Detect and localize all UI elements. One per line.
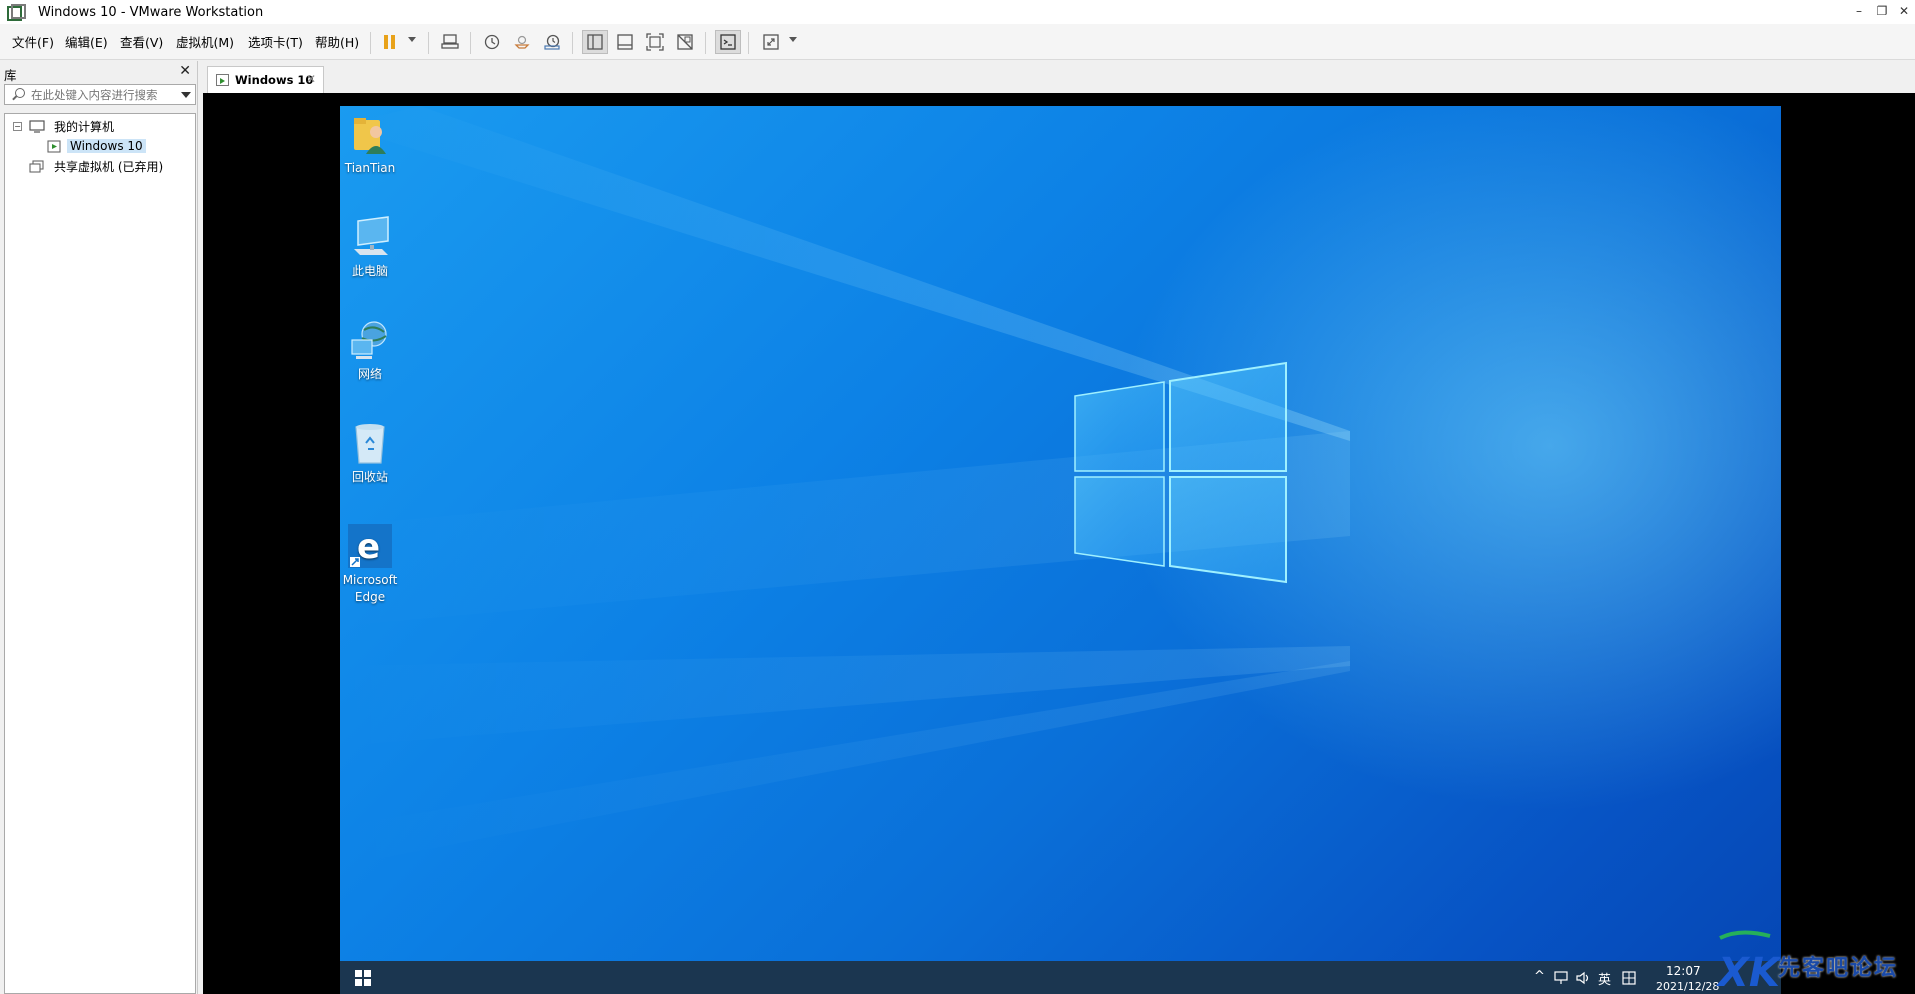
toolbar-separator [428, 32, 429, 54]
menu-toolbar: 文件(F) 编辑(E) 查看(V) 虚拟机(M) 选项卡(T) 帮助(H) [0, 24, 1915, 60]
show-library-icon[interactable] [582, 30, 608, 54]
revert-snapshot-icon[interactable] [509, 30, 535, 54]
tree-label: 我的计算机 [54, 119, 115, 134]
shared-vm-icon [29, 160, 45, 173]
user-folder-icon [348, 112, 392, 156]
desktop-icon-label: 回收站 [351, 470, 388, 484]
guest-desktop[interactable]: TianTian 此电脑 网络 回收站 e Microsoft Edge ^ 英… [340, 106, 1781, 994]
library-panel: 库 ✕ − 我的计算机 Windows 10 共享虚拟机 (已弃用) [0, 61, 197, 994]
desktop-icon-recycle-bin[interactable]: 回收站 [340, 421, 410, 486]
library-search-input[interactable] [31, 86, 171, 103]
tray-ime-indicator[interactable]: 英 [1598, 969, 1611, 988]
desktop-icon-edge[interactable]: e Microsoft Edge [340, 524, 410, 606]
snapshot-manager-icon[interactable] [539, 30, 565, 54]
menu-tabs[interactable]: 选项卡(T) [248, 32, 303, 51]
unity-icon[interactable] [672, 30, 698, 54]
restore-button[interactable]: ❐ [1871, 0, 1893, 22]
search-dropdown-icon[interactable] [181, 92, 191, 98]
collapse-toggle-icon[interactable]: − [13, 121, 22, 131]
minimize-button[interactable]: – [1848, 0, 1870, 22]
menu-help[interactable]: 帮助(H) [315, 32, 359, 51]
desktop-icon-label: TianTian [344, 161, 396, 175]
window-title: Windows 10 - VMware Workstation [38, 4, 264, 20]
snapshot-icon[interactable] [479, 30, 505, 54]
vm-running-icon [47, 140, 61, 153]
vm-console[interactable]: TianTian 此电脑 网络 回收站 e Microsoft Edge ^ 英… [203, 93, 1915, 994]
svg-text:e: e [357, 527, 380, 567]
tree-node-my-computer[interactable]: − 我的计算机 [13, 117, 117, 135]
windows-start-icon [355, 970, 371, 986]
vm-tab-icon [216, 74, 229, 86]
tab-windows-10[interactable]: Windows 10 ✕ [207, 66, 324, 93]
watermark-text: 先客吧论坛 [1778, 955, 1899, 981]
wallpaper-light-beams [340, 106, 1350, 866]
this-pc-icon [348, 215, 392, 259]
vmware-app-icon[interactable] [6, 4, 26, 21]
tray-volume-icon[interactable] [1576, 971, 1592, 989]
title-bar: Windows 10 - VMware Workstation – ❐ ✕ [0, 0, 1915, 24]
library-search-box[interactable] [4, 84, 196, 105]
toolbar-separator [470, 32, 471, 54]
tree-label: Windows 10 [67, 139, 146, 153]
computer-icon [29, 120, 45, 133]
start-button[interactable] [354, 969, 372, 987]
close-button[interactable]: ✕ [1893, 0, 1915, 22]
toolbar-separator [370, 32, 371, 54]
library-header: 库 ✕ [0, 61, 197, 83]
tab-close-icon[interactable]: ✕ [306, 72, 316, 86]
toolbar-separator [705, 32, 706, 54]
console-view-icon[interactable] [715, 30, 741, 54]
menu-vm[interactable]: 虚拟机(M) [176, 32, 234, 51]
full-screen-icon[interactable] [642, 30, 668, 54]
tray-chevron-icon[interactable]: ^ [1534, 969, 1545, 984]
desktop-icon-network[interactable]: 网络 [340, 318, 410, 383]
toolbar-separator [748, 32, 749, 54]
toolbar-separator [572, 32, 573, 54]
desktop-icon-label: Microsoft Edge [342, 573, 398, 604]
windows-logo-wallpaper [1074, 361, 1287, 584]
tree-node-shared-vms[interactable]: 共享虚拟机 (已弃用) [29, 157, 166, 175]
library-tree: − 我的计算机 Windows 10 共享虚拟机 (已弃用) [4, 113, 196, 994]
tab-label: Windows 10 [235, 73, 314, 87]
desktop-icon-label: 网络 [357, 367, 382, 381]
menu-edit[interactable]: 编辑(E) [65, 32, 108, 51]
clock-time[interactable]: 12:07 [1666, 964, 1701, 978]
stretch-dropdown-icon[interactable] [789, 37, 797, 42]
pause-icon[interactable] [377, 30, 403, 54]
edge-icon: e [347, 524, 393, 568]
tray-network-icon[interactable] [1554, 971, 1570, 989]
vm-tab-strip: Windows 10 ✕ [203, 61, 1915, 93]
search-icon [15, 88, 25, 98]
show-thumbnail-bar-icon[interactable] [612, 30, 638, 54]
recycle-bin-icon [348, 421, 392, 465]
tray-ime-mode-icon[interactable] [1622, 971, 1636, 989]
desktop-icon-label: 此电脑 [351, 264, 388, 278]
desktop-icon-this-pc[interactable]: 此电脑 [340, 215, 410, 280]
library-close-icon[interactable]: ✕ [179, 63, 191, 79]
network-icon [348, 318, 392, 362]
watermark-logo-icon: XK [1715, 930, 1780, 994]
guest-taskbar: ^ 英 12:07 2021/12/28 [340, 961, 1781, 994]
desktop-icon-user-folder[interactable]: TianTian [340, 112, 410, 177]
library-title: 库 [4, 68, 17, 83]
pause-dropdown-icon[interactable] [408, 37, 416, 42]
svg-text:XK: XK [1715, 950, 1780, 994]
stretch-guest-icon[interactable] [758, 30, 784, 54]
menu-view[interactable]: 查看(V) [120, 32, 163, 51]
site-watermark: XK 先客吧论坛 [1710, 928, 1915, 994]
menu-file[interactable]: 文件(F) [12, 32, 54, 51]
tree-label: 共享虚拟机 (已弃用) [54, 159, 164, 174]
tree-node-windows-10[interactable]: Windows 10 [47, 137, 146, 155]
send-ctrl-alt-del-icon[interactable] [437, 30, 463, 54]
